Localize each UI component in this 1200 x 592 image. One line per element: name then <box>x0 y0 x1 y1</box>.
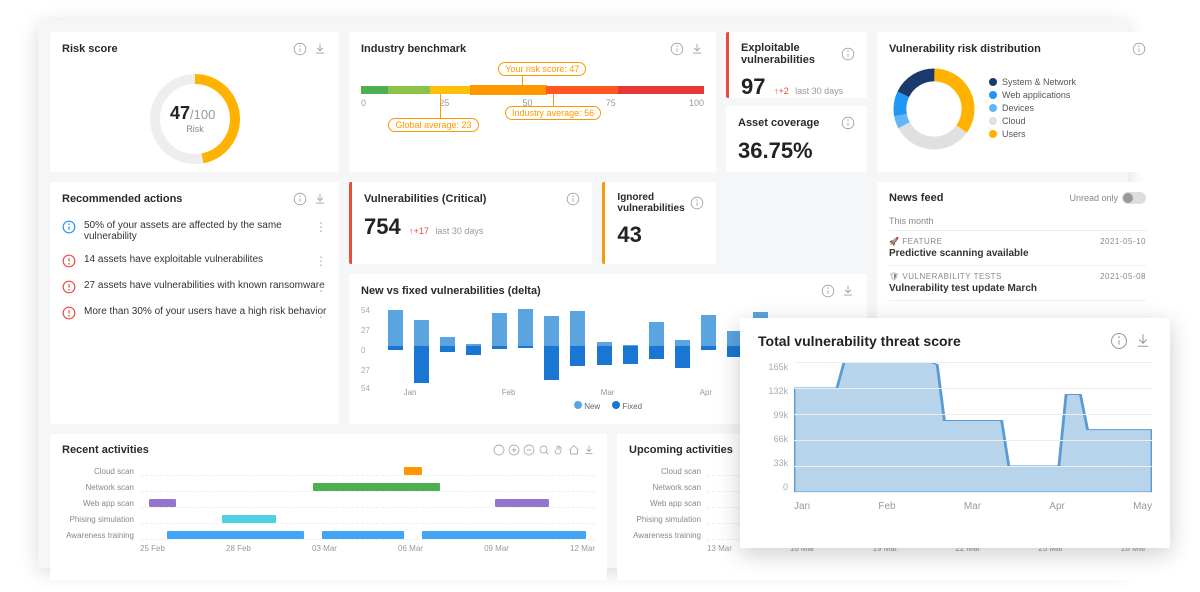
risk-distribution-card: Vulnerability risk distribution System &… <box>877 32 1158 172</box>
ignored-value: 43 <box>617 222 641 248</box>
card-title: Asset coverage <box>738 117 819 129</box>
card-title: Vulnerability risk distribution <box>889 43 1041 55</box>
rec-item[interactable]: 14 assets have exploitable vulnerabilite… <box>62 248 327 274</box>
alert-icon <box>62 280 76 294</box>
info-icon[interactable] <box>493 444 505 456</box>
risk-score-card: Risk score 47 /100 Risk <box>50 32 339 172</box>
alert-icon <box>62 306 76 320</box>
legend-item: Web applications <box>989 90 1076 100</box>
exploitable-vuln-card: Exploitable vulnerabilities 97 ↑+2 last … <box>726 32 867 98</box>
your-score-callout: Your risk score: 47 <box>498 62 586 76</box>
more-icon[interactable]: ⋮ <box>315 280 327 294</box>
donut-legend: System & Network Web applications Device… <box>989 77 1076 142</box>
info-icon[interactable] <box>670 42 684 56</box>
vuln-critical-card: Vulnerabilities (Critical) 754 ↑+17 last… <box>349 182 592 264</box>
more-icon[interactable]: ⋮ <box>315 306 327 320</box>
info-icon[interactable] <box>821 284 835 298</box>
download-icon[interactable] <box>690 42 704 56</box>
card-title: Industry benchmark <box>361 43 466 55</box>
legend-item: Devices <box>989 103 1076 113</box>
download-icon[interactable] <box>313 42 327 56</box>
info-icon <box>62 220 76 234</box>
info-icon[interactable] <box>1132 42 1146 56</box>
minus-icon[interactable] <box>523 444 535 456</box>
legend-item: System & Network <box>989 77 1076 87</box>
plus-icon[interactable] <box>508 444 520 456</box>
shield-icon: 🛡 <box>889 272 900 281</box>
card-title: Risk score <box>62 43 118 55</box>
card-title: Vulnerabilities (Critical) <box>364 193 486 205</box>
news-item[interactable]: 🚀 FEATURE2021-05-10 Predictive scanning … <box>889 231 1146 266</box>
industry-benchmark-card: Industry benchmark Your risk score: 47 I… <box>349 32 716 172</box>
rec-item[interactable]: More than 30% of your users have a high … <box>62 300 327 326</box>
info-icon[interactable] <box>293 192 307 206</box>
gauge-value: 47 <box>169 103 189 123</box>
exploitable-value: 97 <box>741 74 765 98</box>
download-icon[interactable] <box>313 192 327 206</box>
card-title: New vs fixed vulnerabilities (delta) <box>361 285 541 297</box>
hand-icon[interactable] <box>553 444 565 456</box>
info-icon[interactable] <box>841 47 855 61</box>
threat-area-chart: 165k 132k 99k 66k 33k 0 Jan Feb Mar Apr … <box>758 362 1152 512</box>
asset-coverage-card: Asset coverage 36.75% <box>726 106 867 172</box>
threat-score-card: Total vulnerability threat score 165k 13… <box>740 318 1170 548</box>
card-title: Recommended actions <box>62 193 182 205</box>
vuln-critical-value: 754 <box>364 214 401 240</box>
benchmark-bar: Your risk score: 47 Industry average: 56… <box>361 86 704 108</box>
risk-donut <box>889 64 979 154</box>
info-icon[interactable] <box>293 42 307 56</box>
info-icon[interactable] <box>690 196 704 210</box>
info-icon[interactable] <box>566 192 580 206</box>
legend-item: Cloud <box>989 116 1076 126</box>
more-icon[interactable]: ⋮ <box>315 220 327 234</box>
download-icon[interactable] <box>1134 332 1152 350</box>
news-item[interactable]: 🛡 VULNERABILITY TESTS2021-05-08 Vulnerab… <box>889 266 1146 301</box>
card-title: Total vulnerability threat score <box>758 333 961 349</box>
card-title: Exploitable vulnerabilities <box>741 42 841 66</box>
vuln-row: Vulnerabilities (Critical) 754 ↑+17 last… <box>349 182 716 264</box>
svg-text:/100: /100 <box>190 107 215 122</box>
legend-item: Users <box>989 129 1076 139</box>
home-icon[interactable] <box>568 444 580 456</box>
card-title: Ignored vulnerabilities <box>617 192 690 214</box>
rec-item[interactable]: 50% of your assets are affected by the s… <box>62 214 327 248</box>
industry-avg-callout: Industry average: 56 <box>505 106 601 120</box>
info-icon[interactable] <box>1110 332 1128 350</box>
exploit-asset-stack: Exploitable vulnerabilities 97 ↑+2 last … <box>726 32 867 172</box>
alert-icon <box>62 254 76 268</box>
card-title: Upcoming activities <box>629 444 733 456</box>
svg-text:Risk: Risk <box>186 124 204 134</box>
asset-coverage-value: 36.75% <box>738 138 813 164</box>
global-avg-callout: Global average: 23 <box>388 118 478 132</box>
download-icon[interactable] <box>841 284 855 298</box>
risk-gauge: 47 /100 Risk <box>140 64 250 164</box>
trend-arrow: ↑+17 <box>409 226 429 236</box>
rec-item[interactable]: 27 assets have vulnerabilities with know… <box>62 274 327 300</box>
card-title: News feed <box>889 192 943 204</box>
info-icon[interactable] <box>841 116 855 130</box>
rocket-icon: 🚀 <box>889 237 899 246</box>
unread-toggle[interactable] <box>1122 192 1146 204</box>
trend-arrow: ↑+2 <box>774 86 789 96</box>
recommended-actions-card: Recommended actions 50% of your assets a… <box>50 182 339 424</box>
recent-activities-card: Recent activities Cloud scanNetwork scan… <box>50 434 607 580</box>
news-section: This month <box>889 212 1146 231</box>
recent-gantt: Cloud scanNetwork scanWeb app scanPhisin… <box>62 464 595 542</box>
zoom-icon[interactable] <box>538 444 550 456</box>
card-title: Recent activities <box>62 444 149 456</box>
ignored-vuln-card: Ignored vulnerabilities 43 <box>602 182 716 264</box>
download-icon[interactable] <box>583 444 595 456</box>
more-icon[interactable]: ⋮ <box>315 254 327 268</box>
